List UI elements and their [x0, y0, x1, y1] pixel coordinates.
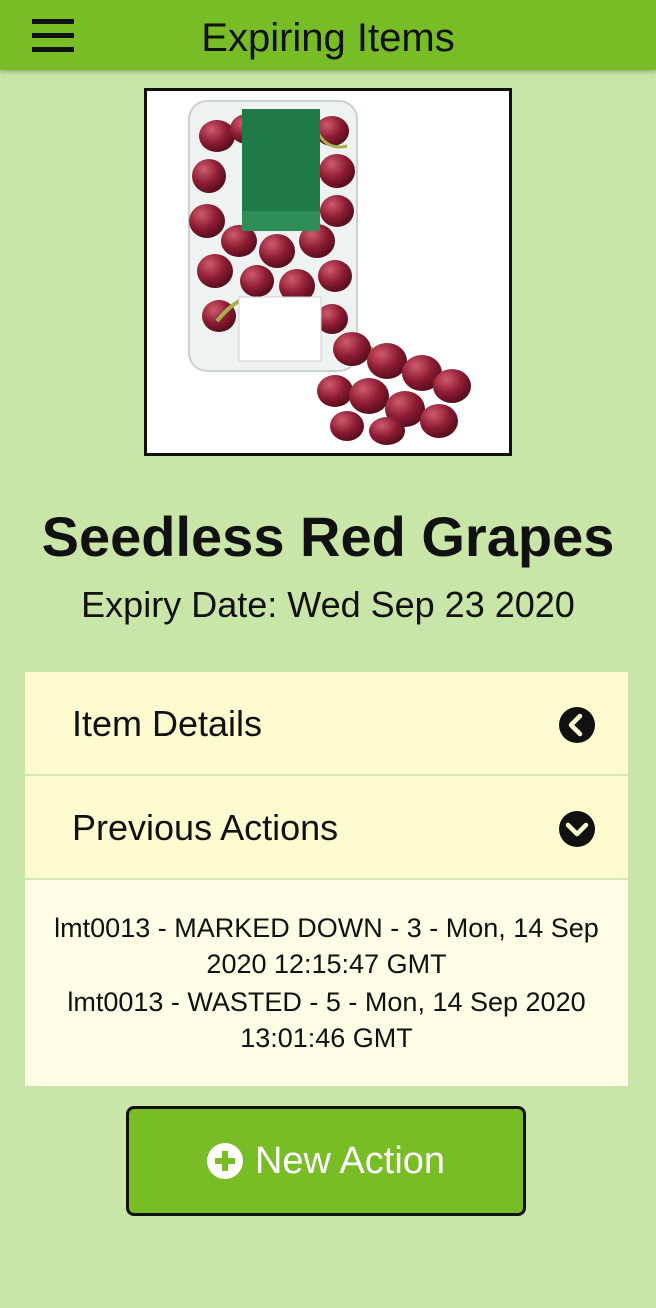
previous-actions-list: lmt0013 - MARKED DOWN - 3 - Mon, 14 Sep …	[25, 880, 628, 1086]
new-action-content: New Action	[129, 1109, 523, 1213]
chevron-down-circle-icon	[559, 811, 595, 847]
list-item: lmt0013 - WASTED - 5 - Mon, 14 Sep 2020 …	[67, 987, 586, 1053]
product-image	[144, 88, 512, 456]
item-details-label: Item Details	[72, 703, 263, 744]
new-action-button[interactable]: New Action	[126, 1106, 526, 1216]
new-action-label: New Action	[254, 1139, 446, 1182]
seedless-red-grapes-product-photo	[188, 100, 471, 445]
chevron-left-circle-icon	[559, 707, 595, 743]
item-accordion: Item Details Previous Actions lmt0013 - …	[25, 672, 628, 1086]
product-name: Seedless Red Grapes	[41, 505, 615, 568]
expiry-date: Expiry Date: Wed Sep 23 2020	[81, 584, 575, 625]
list-item: lmt0013 - MARKED DOWN - 3 - Mon, 14 Sep …	[54, 913, 599, 979]
previous-actions-label: Previous Actions	[72, 807, 339, 848]
plus-circle-icon	[206, 1143, 243, 1179]
previous-actions-header[interactable]: Previous Actions	[25, 776, 628, 880]
page-title: Expiring Items	[201, 16, 455, 60]
item-details-header[interactable]: Item Details	[25, 672, 628, 776]
